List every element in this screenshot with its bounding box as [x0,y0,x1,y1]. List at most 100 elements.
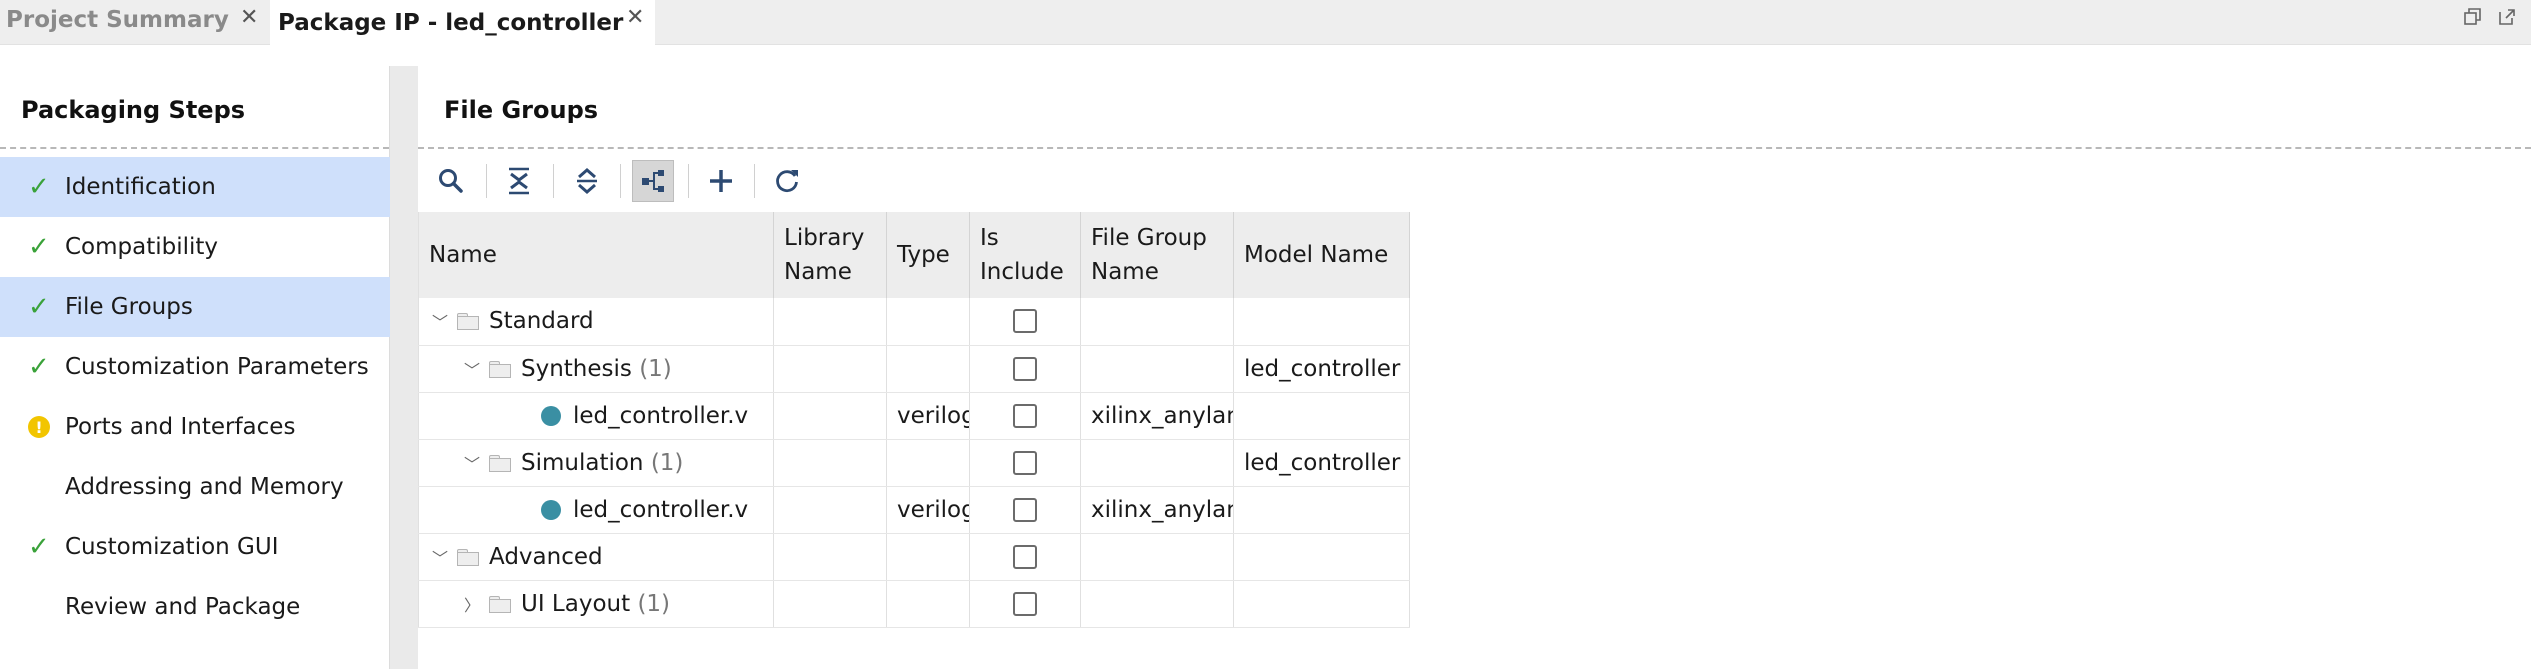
library-cell [773,533,887,581]
library-cell [773,392,887,440]
chevron-down-icon[interactable]: ﹀ [429,309,451,333]
row-name: Simulation [521,449,644,476]
item-count: (1) [637,590,671,617]
model-cell [1233,533,1410,581]
column-header-library-name[interactable]: Library Name [773,212,887,298]
column-header-type[interactable]: Type [886,212,970,298]
expand-all-icon [577,168,597,194]
column-header-model-name[interactable]: Model Name [1233,212,1410,298]
editor-tab-bar: Project Summary ✕ Package IP - led_contr… [0,0,2531,45]
step-ports-and-interfaces[interactable]: ! Ports and Interfaces [0,397,390,457]
is-include-checkbox[interactable] [1013,356,1037,381]
row-name: led_controller.v [573,402,749,429]
library-cell [773,580,887,628]
step-label: Compatibility [65,234,219,260]
table-row[interactable]: ﹀ Simulation (1) led_controller [418,439,1410,487]
is-include-checkbox[interactable] [1013,591,1037,616]
file-groups-toolbar [418,152,2531,208]
row-name: Standard [489,308,594,335]
table-row[interactable]: ﹀ Standard [418,298,1410,346]
checkmark-icon: ✓ [28,172,50,202]
step-addressing-and-memory[interactable]: Addressing and Memory [0,457,390,517]
file-group-cell [1080,298,1234,346]
is-include-checkbox[interactable] [1013,309,1037,334]
toolbar-separator [553,164,554,198]
panel-splitter[interactable] [390,66,418,669]
library-cell [773,298,887,346]
is-include-checkbox[interactable] [1013,403,1037,428]
chevron-right-icon[interactable]: 〉 [461,592,483,616]
name-cell[interactable]: ﹀ Standard [418,298,774,346]
table-row[interactable]: led_controller.v verilog xilinx_anylangu… [418,486,1410,534]
collapse-all-icon [509,167,529,195]
chevron-down-icon[interactable]: ﹀ [429,545,451,569]
restore-window-icon[interactable] [2462,6,2484,28]
close-icon[interactable]: ✕ [240,5,258,30]
column-header-file-group-name[interactable]: File Group Name [1080,212,1234,298]
table-row[interactable]: ﹀ Synthesis (1) led_controller [418,345,1410,393]
include-cell [969,580,1081,628]
name-cell[interactable]: led_controller.v [418,392,774,440]
name-cell[interactable]: ﹀ Simulation (1) [418,439,774,487]
tab-package-ip[interactable]: Package IP - led_controller ✕ [270,0,655,45]
name-cell[interactable]: ﹀ Advanced [418,533,774,581]
file-group-cell [1080,439,1234,487]
close-icon[interactable]: ✕ [626,5,644,30]
folder-icon [489,595,511,613]
table-row[interactable]: led_controller.v verilog xilinx_anylangu… [418,392,1410,440]
packaging-steps-list: ✓ Identification ✓ Compatibility ✓ File … [0,157,390,637]
is-include-checkbox[interactable] [1013,544,1037,569]
name-cell[interactable]: ﹀ Synthesis (1) [418,345,774,393]
collapse-all-button[interactable] [498,160,540,202]
file-groups-table: Name Library Name Type Is Include File G… [418,212,1410,628]
column-header-is-include[interactable]: Is Include [969,212,1081,298]
checkmark-icon: ✓ [28,352,50,382]
step-label: Ports and Interfaces [65,414,296,440]
step-label: File Groups [65,294,193,320]
table-row[interactable]: ﹀ Advanced [418,533,1410,581]
step-customization-gui[interactable]: ✓ Customization GUI [0,517,390,577]
hierarchy-toggle-button[interactable] [632,160,674,202]
model-cell [1233,486,1410,534]
file-group-cell: xilinx_anylanguagebehavioralsimulation [1080,486,1234,534]
table-row[interactable]: 〉 UI Layout (1) [418,580,1410,628]
expand-all-button[interactable] [566,160,608,202]
refresh-button[interactable] [766,160,808,202]
search-button[interactable] [430,160,472,202]
row-name: Synthesis [521,355,632,382]
folder-icon [489,454,511,472]
hierarchy-icon [642,170,664,192]
step-label: Customization GUI [65,534,279,560]
divider [418,147,2531,149]
checkmark-icon: ✓ [28,532,50,562]
folder-icon [489,360,511,378]
model-cell: led_controller [1233,439,1410,487]
name-cell[interactable]: 〉 UI Layout (1) [418,580,774,628]
row-name: Advanced [489,543,603,570]
type-cell: verilog [886,486,970,534]
model-cell: led_controller [1233,345,1410,393]
step-customization-parameters[interactable]: ✓ Customization Parameters [0,337,390,397]
type-cell [886,439,970,487]
step-review-and-package[interactable]: Review and Package [0,577,390,637]
step-file-groups[interactable]: ✓ File Groups [0,277,390,337]
file-group-cell [1080,533,1234,581]
file-group-cell [1080,580,1234,628]
float-window-icon[interactable] [2496,6,2518,28]
search-icon [439,169,463,193]
is-include-checkbox[interactable] [1013,497,1037,522]
chevron-down-icon[interactable]: ﹀ [461,451,483,475]
type-cell [886,298,970,346]
step-identification[interactable]: ✓ Identification [0,157,390,217]
file-groups-panel: File Groups Name Library Name Type Is In… [418,66,2531,669]
column-header-name[interactable]: Name [418,212,774,298]
item-count: (1) [639,355,672,382]
add-file-group-button[interactable] [700,160,742,202]
panel-title: Packaging Steps [21,96,246,124]
chevron-down-icon[interactable]: ﹀ [461,357,483,381]
name-cell[interactable]: led_controller.v [418,486,774,534]
file-group-cell: xilinx_anylanguagesynthesis [1080,392,1234,440]
is-include-checkbox[interactable] [1013,450,1037,475]
step-compatibility[interactable]: ✓ Compatibility [0,217,390,277]
tab-project-summary[interactable]: Project Summary ✕ [0,0,270,40]
